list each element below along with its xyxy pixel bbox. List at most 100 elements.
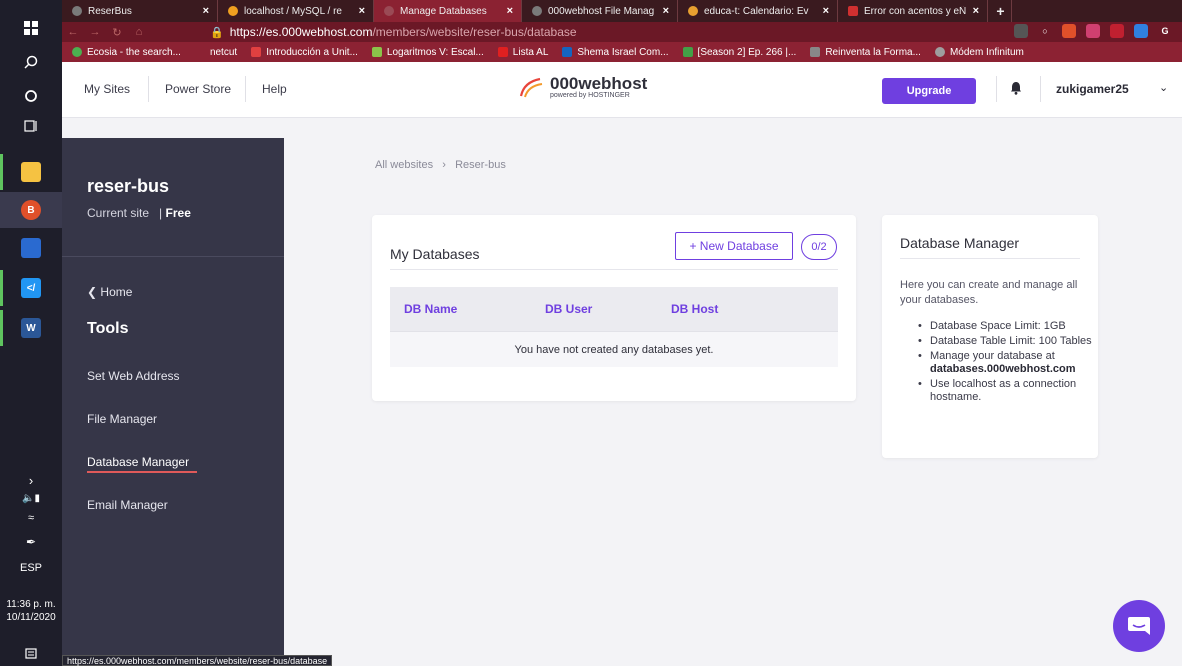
- tab-favicon-icon: [384, 6, 394, 16]
- url-field[interactable]: 🔒 https://es.000webhost.com/members/webs…: [210, 25, 577, 39]
- language-indicator[interactable]: ESP: [0, 562, 62, 574]
- logo-text: 000webhost: [550, 74, 648, 93]
- tab-favicon-icon: [72, 6, 82, 16]
- windows-taskbar: B </ W › 🔈▮ ≈ ✒ ESP 11:36 p. m. 10/11/20…: [0, 0, 62, 666]
- bookmark-item[interactable]: Shema Israel Com...: [562, 47, 669, 58]
- word-icon[interactable]: W: [0, 310, 62, 346]
- bookmark-item[interactable]: Módem Infinitum: [934, 47, 1024, 58]
- column-header-db-host[interactable]: DB Host: [671, 302, 718, 316]
- header-divider: [1040, 76, 1041, 102]
- database-manager-info-card: Database Manager Here you can create and…: [882, 215, 1098, 458]
- breadcrumb-all-websites[interactable]: All websites: [375, 159, 433, 171]
- list-item: Manage your database at databases.000web…: [918, 350, 1094, 376]
- username[interactable]: zukigamer25: [1056, 82, 1129, 96]
- plan-separator: |: [152, 206, 163, 220]
- tools-heading: Tools: [87, 320, 129, 337]
- forward-icon[interactable]: →: [84, 26, 106, 38]
- chat-button[interactable]: [1113, 600, 1165, 652]
- windows-start-icon[interactable]: [0, 10, 62, 46]
- bookmark-item[interactable]: [Season 2] Ep. 266 |...: [682, 47, 796, 58]
- new-database-button[interactable]: + New Database: [675, 232, 793, 260]
- upgrade-button[interactable]: Upgrade: [882, 78, 976, 104]
- column-header-db-name[interactable]: DB Name: [404, 302, 545, 316]
- rewards-icon[interactable]: [1086, 24, 1100, 38]
- file-explorer-icon[interactable]: [0, 154, 62, 190]
- bell-icon[interactable]: [1010, 81, 1022, 98]
- back-icon[interactable]: ←: [62, 26, 84, 38]
- notifications-icon[interactable]: [0, 636, 62, 666]
- database-count-badge: 0/2: [801, 234, 837, 260]
- pdf-extension-icon[interactable]: [1110, 24, 1124, 38]
- tab-title: Manage Databases: [400, 5, 487, 17]
- close-icon[interactable]: ×: [823, 5, 829, 17]
- brave-menu-icon[interactable]: G: [1158, 24, 1172, 38]
- close-icon[interactable]: ×: [507, 5, 513, 17]
- site-plan-info: Current site | Free: [87, 206, 191, 220]
- column-header-db-user[interactable]: DB User: [545, 302, 671, 316]
- bookmark-item[interactable]: Lista AL: [497, 47, 548, 58]
- bookmark-icon: [371, 47, 382, 57]
- brave-shield-icon[interactable]: [1062, 24, 1076, 38]
- breadcrumb-current: Reser-bus: [455, 159, 506, 171]
- chevron-down-icon[interactable]: ⌄: [1159, 81, 1168, 94]
- browser-tab[interactable]: ReserBus ×: [62, 0, 218, 22]
- help-link[interactable]: Help: [262, 82, 287, 96]
- home-icon[interactable]: ⌂: [128, 26, 150, 38]
- close-icon[interactable]: ×: [203, 5, 209, 17]
- browser-tab[interactable]: educa-t: Calendario: Ev ×: [678, 0, 838, 22]
- task-view-icon[interactable]: [0, 108, 62, 144]
- logo-swoosh-icon: [519, 77, 543, 98]
- empty-table-message: You have not created any databases yet.: [390, 331, 838, 367]
- close-icon[interactable]: ×: [359, 5, 365, 17]
- vscode-icon[interactable]: </: [0, 270, 62, 306]
- bookmarks-bar: Ecosia - the search... netcut Introducci…: [62, 42, 1182, 62]
- sidebar-home-link[interactable]: ❮ Home: [87, 285, 132, 299]
- new-tab-icon[interactable]: +: [988, 0, 1012, 22]
- sidebar-item-email-manager[interactable]: Email Manager: [87, 498, 168, 512]
- header-divider: [245, 76, 246, 102]
- chat-icon: [1128, 617, 1150, 635]
- search-icon[interactable]: [0, 44, 62, 80]
- tab-favicon-icon: [532, 6, 542, 16]
- pen-icon[interactable]: ✒: [0, 524, 62, 560]
- close-icon[interactable]: ×: [973, 5, 979, 17]
- sidebar-item-file-manager[interactable]: File Manager: [87, 412, 157, 426]
- sidebar-item-set-web-address[interactable]: Set Web Address: [87, 369, 180, 383]
- close-icon[interactable]: ×: [663, 5, 669, 17]
- key-icon[interactable]: ○: [1038, 24, 1052, 38]
- cast-icon[interactable]: [1014, 24, 1028, 38]
- site-logo[interactable]: 000webhost powered by HOSTINGER: [518, 74, 648, 100]
- power-store-link[interactable]: Power Store: [165, 82, 231, 96]
- bookmark-item[interactable]: Reinventa la Forma...: [810, 47, 921, 58]
- bookmark-item[interactable]: Logaritmos V: Escal...: [371, 47, 484, 58]
- site-sidebar: reser-bus Current site | Free ❮ Home Too…: [62, 138, 284, 666]
- extension-icon[interactable]: [1134, 24, 1148, 38]
- brave-browser-icon[interactable]: B: [0, 192, 62, 228]
- breadcrumb: All websites › Reser-bus: [375, 159, 506, 171]
- clock-time: 11:36 p. m.: [6, 599, 56, 610]
- list-item-text: Manage your database at: [930, 350, 1055, 362]
- info-list: Database Space Limit: 1GB Database Table…: [918, 320, 1094, 406]
- sidebar-item-database-manager[interactable]: Database Manager: [87, 455, 189, 469]
- bookmark-item[interactable]: Introducción a Unit...: [251, 47, 358, 58]
- bookmark-item[interactable]: Ecosia - the search...: [72, 47, 181, 58]
- bookmark-icon: [810, 47, 821, 57]
- breadcrumb-separator-icon: ›: [436, 159, 453, 171]
- network-app-icon[interactable]: [0, 230, 62, 266]
- lock-icon: 🔒: [210, 26, 224, 39]
- tab-title: localhost / MySQL / re: [244, 5, 342, 17]
- bookmark-icon: [682, 47, 693, 57]
- status-bar-url: https://es.000webhost.com/members/websit…: [62, 655, 333, 666]
- browser-tab-active[interactable]: Manage Databases ×: [374, 0, 522, 22]
- list-item: Use localhost as a connection hostname.: [918, 378, 1094, 404]
- browser-tab[interactable]: Error con acentos y eÑ ×: [838, 0, 988, 22]
- bookmark-item[interactable]: netcut: [194, 47, 237, 58]
- my-sites-link[interactable]: My Sites: [84, 82, 130, 96]
- browser-tab[interactable]: localhost / MySQL / re ×: [218, 0, 374, 22]
- sidebar-divider: [62, 256, 284, 257]
- reload-icon[interactable]: ↻: [106, 26, 128, 39]
- databases-link[interactable]: databases.000webhost.com: [930, 363, 1076, 375]
- tab-favicon-icon: [688, 6, 698, 16]
- browser-tab[interactable]: 000webhost File Manag ×: [522, 0, 678, 22]
- clock[interactable]: 11:36 p. m. 10/11/2020: [0, 598, 62, 624]
